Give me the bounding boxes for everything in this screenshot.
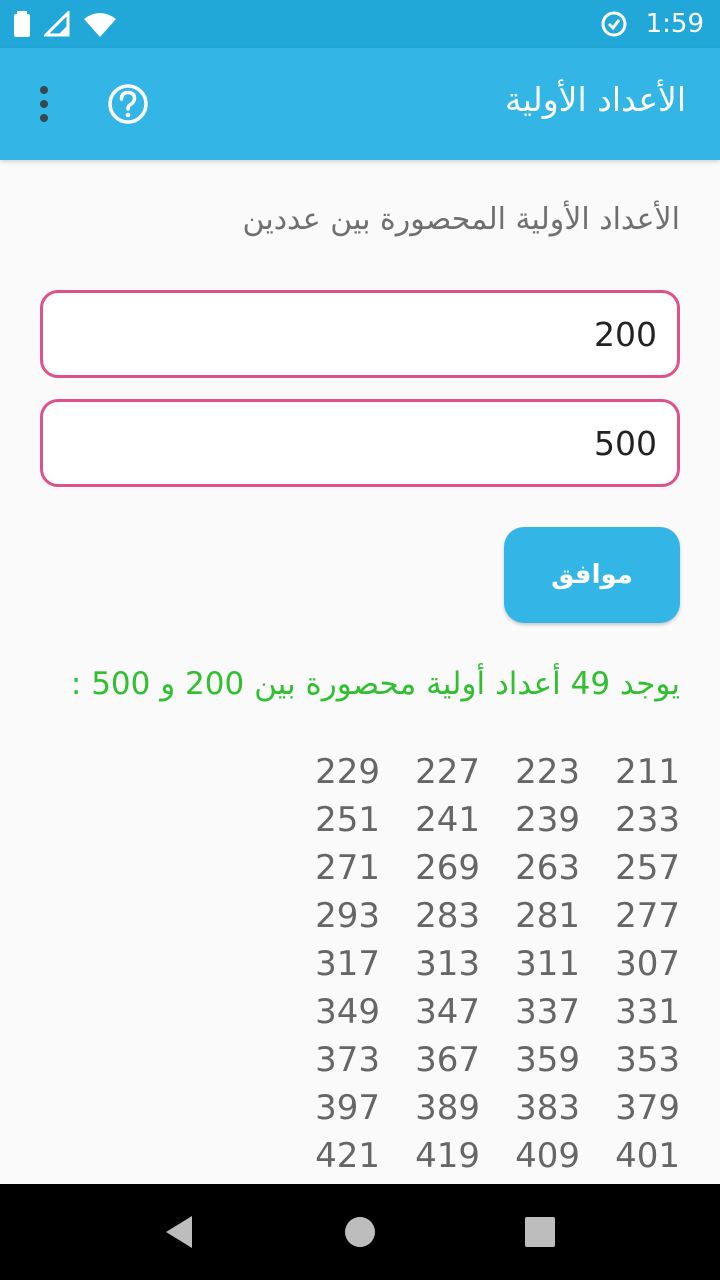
- prime-number: 239: [515, 800, 580, 840]
- home-icon[interactable]: [340, 1212, 380, 1252]
- status-bar: 1:59: [0, 0, 720, 48]
- nav-bar: [0, 1184, 720, 1280]
- prime-number: 241: [415, 800, 480, 840]
- prime-number: 367: [415, 1040, 480, 1080]
- more-vert-icon[interactable]: [28, 84, 60, 124]
- data-saver-icon: [601, 11, 627, 37]
- help-circle-icon[interactable]: [106, 82, 150, 126]
- prime-number: 347: [415, 992, 480, 1032]
- prime-number: 397: [315, 1088, 380, 1128]
- prime-number: 317: [315, 944, 380, 984]
- prime-number: 389: [415, 1088, 480, 1128]
- prime-number: 409: [515, 1136, 580, 1176]
- prime-number: 251: [315, 800, 380, 840]
- page-title: الأعداد الأولية: [505, 80, 686, 119]
- app-bar: الأعداد الأولية: [0, 48, 720, 160]
- prime-number: 307: [615, 944, 680, 984]
- prime-number: 331: [615, 992, 680, 1032]
- prime-number: 283: [415, 896, 480, 936]
- prime-number: 373: [315, 1040, 380, 1080]
- prime-number: 379: [615, 1088, 680, 1128]
- prime-number: 359: [515, 1040, 580, 1080]
- prime-number: 349: [315, 992, 380, 1032]
- prime-number: 257: [615, 848, 680, 888]
- to-number-field: [40, 399, 680, 487]
- prime-number: 313: [415, 944, 480, 984]
- prime-number: 227: [415, 752, 480, 792]
- prime-number: 229: [315, 752, 380, 792]
- from-number-input[interactable]: [61, 293, 659, 375]
- recents-icon[interactable]: [520, 1212, 560, 1252]
- primes-grid: 211 223 227 229 233 239 241 251 257 263 269 271 277 2…: [315, 748, 680, 1180]
- prime-number: 353: [615, 1040, 680, 1080]
- prime-number: 421: [315, 1136, 380, 1176]
- prime-number: 281: [515, 896, 580, 936]
- signal-icon: [44, 11, 70, 37]
- prime-number: 419: [415, 1136, 480, 1176]
- ok-button[interactable]: موافق: [504, 527, 680, 623]
- form-subtitle: الأعداد الأولية المحصورة بين عددين: [242, 202, 680, 237]
- prime-number: 383: [515, 1088, 580, 1128]
- battery-icon: [14, 11, 30, 37]
- clock: 1:59: [645, 9, 704, 39]
- prime-number: 233: [615, 800, 680, 840]
- prime-number: 337: [515, 992, 580, 1032]
- result-text: يوجد 49 أعداد أولية محصورة بين 200 و 500…: [70, 666, 680, 702]
- ok-button-label: موافق: [551, 560, 633, 590]
- prime-number: 311: [515, 944, 580, 984]
- to-number-input[interactable]: [61, 402, 659, 484]
- prime-number: 271: [315, 848, 380, 888]
- prime-number: 223: [515, 752, 580, 792]
- prime-number: 211: [615, 752, 680, 792]
- prime-number: 293: [315, 896, 380, 936]
- back-icon[interactable]: [160, 1212, 200, 1252]
- prime-number: 277: [615, 896, 680, 936]
- prime-number: 269: [415, 848, 480, 888]
- prime-number: 401: [615, 1136, 680, 1176]
- from-number-field: [40, 290, 680, 378]
- wifi-icon: [84, 13, 116, 37]
- prime-number: 263: [515, 848, 580, 888]
